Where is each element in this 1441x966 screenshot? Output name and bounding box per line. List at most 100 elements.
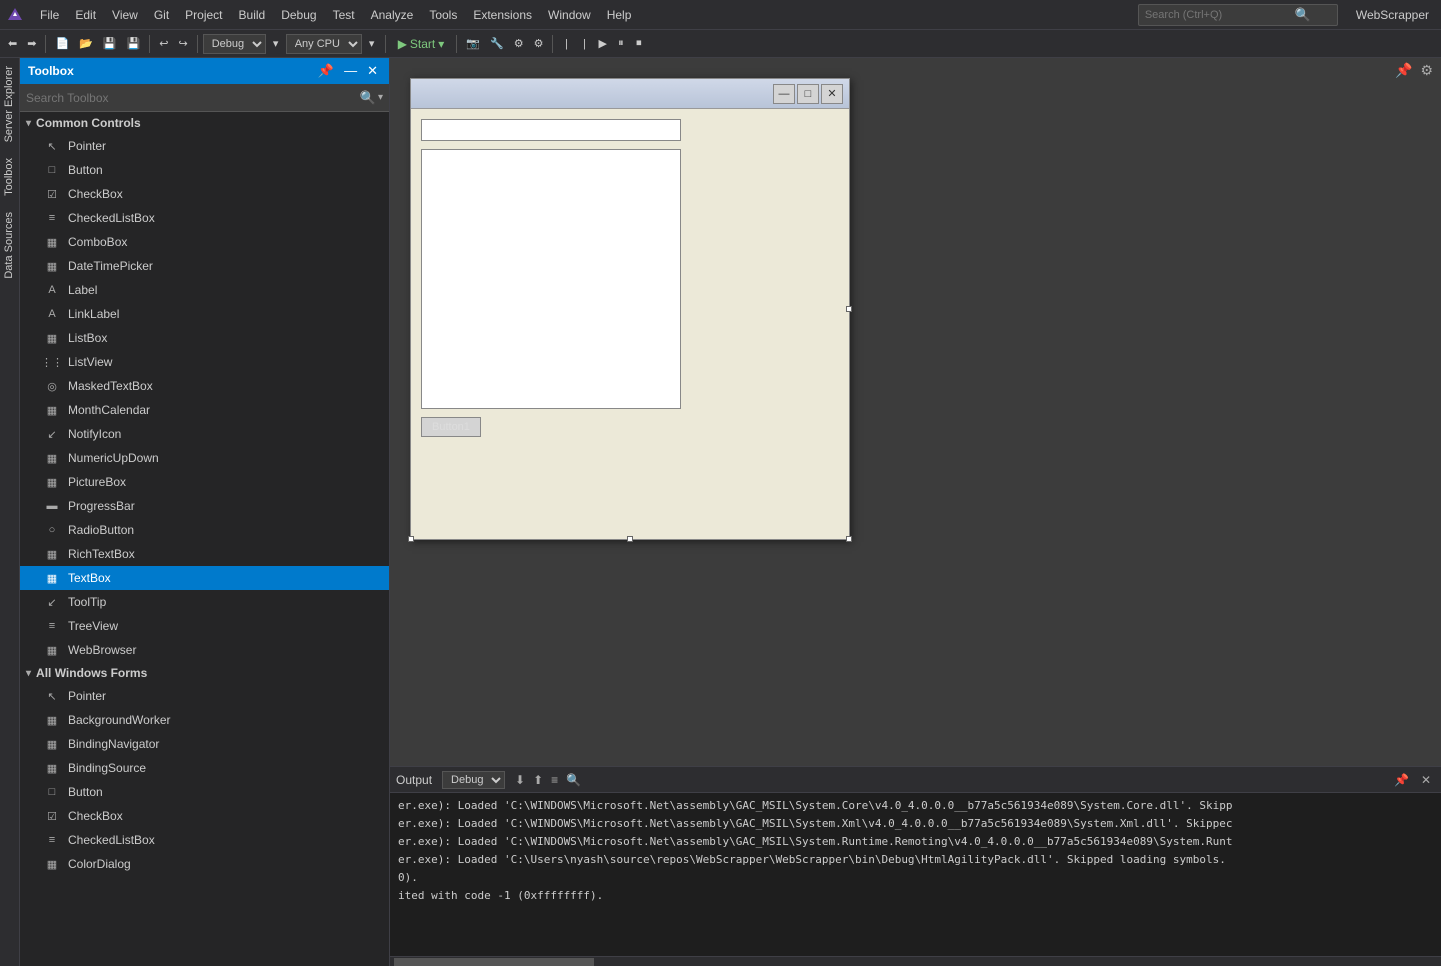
toolbox-search-icon[interactable]: 🔍 bbox=[360, 90, 376, 106]
server-explorer-tab[interactable]: Server Explorer bbox=[0, 58, 19, 150]
menu-view[interactable]: View bbox=[104, 4, 146, 26]
toolbox-item-common-controls-combobox[interactable]: ▦ComboBox bbox=[20, 230, 389, 254]
resize-handle-bottom-right[interactable] bbox=[846, 536, 852, 542]
menu-edit[interactable]: Edit bbox=[67, 4, 104, 26]
menu-extensions[interactable]: Extensions bbox=[465, 4, 540, 26]
toolbox-search-input[interactable] bbox=[26, 91, 360, 105]
open-file-btn[interactable]: 📂 bbox=[75, 35, 97, 52]
toolbox-item-common-controls-listview[interactable]: ⋮⋮ListView bbox=[20, 350, 389, 374]
toolbox-search-dropdown[interactable]: ▾ bbox=[378, 92, 383, 103]
debug-config-select[interactable]: Debug bbox=[203, 34, 266, 54]
output-pin-btn[interactable]: 📌 bbox=[1390, 771, 1413, 789]
toolbox-item-common-controls-numericupdown[interactable]: ▦NumericUpDown bbox=[20, 446, 389, 470]
toolbar-btn-6[interactable]: 🔧 bbox=[486, 35, 508, 52]
toolbox-item-common-controls-webbrowser[interactable]: ▦WebBrowser bbox=[20, 638, 389, 662]
form-textbox[interactable] bbox=[421, 119, 681, 141]
form-button1[interactable]: Button1 bbox=[421, 417, 481, 437]
toolbox-item-common-controls-picturebox[interactable]: ▦PictureBox bbox=[20, 470, 389, 494]
cpu-select[interactable]: Any CPU bbox=[286, 34, 362, 54]
undo-btn[interactable]: ↩ bbox=[155, 35, 172, 52]
menu-analyze[interactable]: Analyze bbox=[363, 4, 422, 26]
toolbox-tab[interactable]: Toolbox bbox=[0, 150, 19, 204]
resize-handle-bottom-left[interactable] bbox=[408, 536, 414, 542]
toolbox-item-all-windows-forms-backgroundworker[interactable]: ▦BackgroundWorker bbox=[20, 708, 389, 732]
toolbar-btn-9[interactable]: | bbox=[558, 36, 574, 52]
toolbar-btn-10[interactable]: | bbox=[576, 36, 592, 52]
menu-git[interactable]: Git bbox=[146, 4, 177, 26]
cpu-dropdown-btn[interactable]: ▾ bbox=[364, 35, 380, 52]
form-maximize-btn[interactable]: □ bbox=[797, 84, 819, 104]
toolbox-item-all-windows-forms-checkedlistbox[interactable]: ≡CheckedListBox bbox=[20, 828, 389, 852]
toolbox-item-common-controls-notifyicon[interactable]: ↙NotifyIcon bbox=[20, 422, 389, 446]
toolbox-item-all-windows-forms-button[interactable]: □Button bbox=[20, 780, 389, 804]
menu-file[interactable]: File bbox=[32, 4, 67, 26]
toolbox-item-common-controls-richtextbox[interactable]: ▦RichTextBox bbox=[20, 542, 389, 566]
toolbox-item-common-controls-tooltip[interactable]: ↙ToolTip bbox=[20, 590, 389, 614]
toolbox-item-common-controls-button[interactable]: □Button bbox=[20, 158, 389, 182]
toolbox-minimize-btn[interactable]: — bbox=[341, 63, 360, 79]
toolbox-item-common-controls-listbox[interactable]: ▦ListBox bbox=[20, 326, 389, 350]
new-project-btn[interactable]: 📄 bbox=[51, 35, 73, 52]
menu-window[interactable]: Window bbox=[540, 4, 599, 26]
config-dropdown-btn[interactable]: ▾ bbox=[268, 35, 284, 52]
toolbox-item-common-controls-linklabel[interactable]: ALinkLabel bbox=[20, 302, 389, 326]
menu-test[interactable]: Test bbox=[325, 4, 363, 26]
output-close-btn[interactable]: ✕ bbox=[1417, 771, 1435, 789]
toolbox-section-0[interactable]: ▾Common Controls bbox=[20, 112, 389, 134]
toolbox-item-common-controls-monthcalendar[interactable]: ▦MonthCalendar bbox=[20, 398, 389, 422]
designer-canvas[interactable]: — □ ✕ Button1 bbox=[390, 58, 1441, 766]
toolbox-section-1[interactable]: ▾All Windows Forms bbox=[20, 662, 389, 684]
toolbox-item-common-controls-textbox[interactable]: ▦TextBox bbox=[20, 566, 389, 590]
toolbox-item-all-windows-forms-checkbox[interactable]: ☑CheckBox bbox=[20, 804, 389, 828]
resize-handle-right[interactable] bbox=[846, 306, 852, 312]
menu-build[interactable]: Build bbox=[231, 4, 274, 26]
toolbar-btn-8[interactable]: ⚙ bbox=[530, 35, 548, 52]
menu-tools[interactable]: Tools bbox=[421, 4, 465, 26]
menu-project[interactable]: Project bbox=[177, 4, 230, 26]
nav-back-btn[interactable]: ⬅ bbox=[4, 35, 21, 52]
toolbar-btn-13[interactable]: ⏹ bbox=[631, 35, 647, 52]
toolbox-item-all-windows-forms-pointer[interactable]: ↖Pointer bbox=[20, 684, 389, 708]
top-right-settings-icon[interactable]: ⚙ bbox=[1420, 62, 1433, 79]
top-right-pin-icon[interactable]: 📌 bbox=[1395, 62, 1412, 79]
toolbox-pin-btn[interactable]: 📌 bbox=[315, 63, 337, 79]
toolbar-btn-11[interactable]: ▶ bbox=[594, 35, 610, 52]
output-find-btn[interactable]: 🔍 bbox=[562, 771, 585, 789]
form-listbox[interactable] bbox=[421, 149, 681, 409]
toolbar-btn-7[interactable]: ⚙ bbox=[510, 35, 528, 52]
toolbox-close-btn[interactable]: ✕ bbox=[364, 63, 381, 79]
start-button[interactable]: ▶ Start ▾ bbox=[391, 34, 452, 54]
output-word-wrap-btn[interactable]: ≡ bbox=[547, 771, 562, 789]
menu-search-input[interactable] bbox=[1145, 9, 1295, 21]
resize-handle-bottom[interactable] bbox=[627, 536, 633, 542]
toolbox-item-common-controls-pointer[interactable]: ↖Pointer bbox=[20, 134, 389, 158]
toolbox-item-common-controls-checkbox[interactable]: ☑CheckBox bbox=[20, 182, 389, 206]
output-scrollbar-x[interactable] bbox=[390, 956, 1441, 966]
toolbox-item-common-controls-treeview[interactable]: ≡TreeView bbox=[20, 614, 389, 638]
toolbox-item-all-windows-forms-colordialog[interactable]: ▦ColorDialog bbox=[20, 852, 389, 876]
form-minimize-btn[interactable]: — bbox=[773, 84, 795, 104]
redo-btn[interactable]: ↪ bbox=[174, 35, 191, 52]
toolbox-item-common-controls-radiobutton[interactable]: ○RadioButton bbox=[20, 518, 389, 542]
output-filter-btn[interactable]: ⬆ bbox=[529, 771, 547, 789]
toolbar-btn-12[interactable]: ⏸ bbox=[613, 35, 629, 52]
output-scrollbar-thumb[interactable] bbox=[394, 958, 594, 966]
toolbox-item-common-controls-checkedlistbox[interactable]: ≡CheckedListBox bbox=[20, 206, 389, 230]
menu-search-box[interactable]: 🔍 bbox=[1138, 4, 1338, 26]
menu-help[interactable]: Help bbox=[599, 4, 640, 26]
data-sources-tab[interactable]: Data Sources bbox=[0, 204, 19, 287]
toolbox-item-all-windows-forms-bindingsource[interactable]: ▦BindingSource bbox=[20, 756, 389, 780]
output-clear-btn[interactable]: ⬇ bbox=[511, 771, 529, 789]
menu-debug[interactable]: Debug bbox=[273, 4, 324, 26]
toolbox-item-common-controls-datetimepicker[interactable]: ▦DateTimePicker bbox=[20, 254, 389, 278]
toolbox-item-common-controls-progressbar[interactable]: ▬ProgressBar bbox=[20, 494, 389, 518]
output-source-select[interactable]: Debug bbox=[442, 771, 505, 789]
nav-fwd-btn[interactable]: ➡ bbox=[23, 35, 40, 52]
form-close-btn[interactable]: ✕ bbox=[821, 84, 843, 104]
camera-btn[interactable]: 📷 bbox=[462, 35, 484, 52]
save-all-btn[interactable]: 💾 bbox=[123, 35, 145, 52]
toolbox-item-common-controls-maskedtextbox[interactable]: ◎MaskedTextBox bbox=[20, 374, 389, 398]
toolbox-item-all-windows-forms-bindingnavigator[interactable]: ▦BindingNavigator bbox=[20, 732, 389, 756]
toolbox-item-common-controls-label[interactable]: ALabel bbox=[20, 278, 389, 302]
save-btn[interactable]: 💾 bbox=[99, 35, 121, 52]
